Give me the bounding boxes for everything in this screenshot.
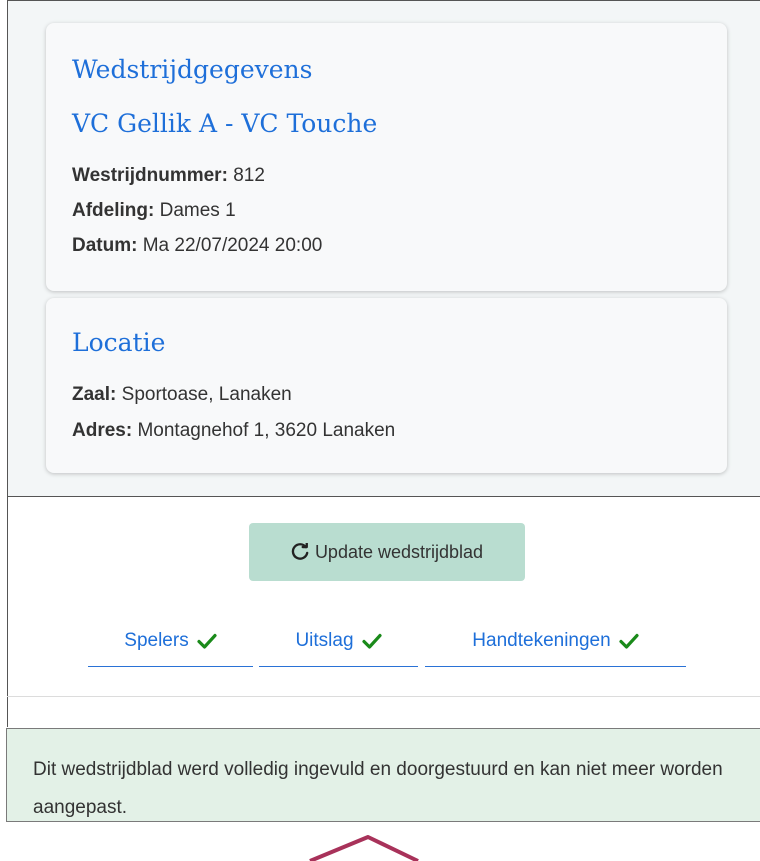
tab-players[interactable]: Spelers [88, 615, 253, 667]
update-match-sheet-button[interactable]: Update wedstrijdblad [249, 523, 525, 581]
hall-line: Zaal: Sportoase, Lanaken [72, 384, 292, 406]
left-border-line [7, 497, 8, 727]
division-label: Afdeling: [72, 200, 155, 221]
date-value: Ma 22/07/2024 20:00 [142, 235, 323, 256]
address-label: Adres: [72, 420, 133, 441]
tab-result-label: Uitslag [295, 629, 354, 651]
alert-message: Dit wedstrijdblad werd volledig ingevuld… [33, 759, 723, 818]
address-value: Montagnehof 1, 3620 Lanaken [137, 420, 396, 441]
update-button-label: Update wedstrijdblad [314, 541, 484, 562]
match-details-heading: Wedstrijdgegevens [72, 55, 313, 84]
location-heading: Locatie [72, 328, 166, 357]
check-icon [619, 633, 639, 649]
refresh-icon [291, 543, 309, 560]
hall-value: Sportoase, Lanaken [121, 384, 292, 405]
check-icon [361, 633, 382, 649]
match-number-value: 812 [233, 165, 265, 186]
date-line: Datum: Ma 22/07/2024 20:00 [72, 235, 322, 257]
section-divider [7, 696, 760, 697]
tab-players-label: Spelers [124, 629, 189, 651]
location-card: Locatie Zaal: Sportoase, Lanaken Adres: … [46, 298, 727, 473]
arrow-pointer-icon [309, 835, 419, 861]
hall-label: Zaal: [72, 384, 117, 405]
match-details-card: Wedstrijdgegevens VC Gellik A - VC Touch… [46, 23, 727, 291]
division-line: Afdeling: Dames 1 [72, 200, 236, 222]
match-teams-title: VC Gellik A - VC Touche [72, 109, 378, 138]
division-value: Dames 1 [159, 200, 236, 221]
check-icon [197, 633, 217, 649]
match-info-panel: Wedstrijdgegevens VC Gellik A - VC Touch… [7, 0, 760, 497]
match-number-label: Westrijdnummer: [72, 165, 228, 186]
match-number-line: Westrijdnummer: 812 [72, 165, 265, 187]
tab-signatures-label: Handtekeningen [472, 629, 611, 651]
completed-alert: Dit wedstrijdblad werd volledig ingevuld… [6, 728, 760, 822]
address-line: Adres: Montagnehof 1, 3620 Lanaken [72, 420, 395, 442]
tab-result[interactable]: Uitslag [259, 615, 418, 667]
tab-signatures[interactable]: Handtekeningen [425, 615, 686, 667]
date-label: Datum: [72, 235, 138, 256]
